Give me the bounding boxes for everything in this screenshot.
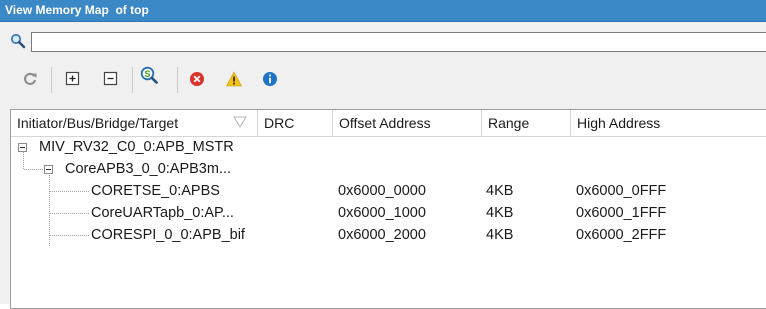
expand-all-button[interactable]	[62, 68, 84, 90]
search-icon	[10, 33, 26, 49]
row-high: 0x6000_2FFF	[576, 227, 667, 243]
column-header-drc-label: DRC	[264, 115, 295, 131]
memory-map-panel: S Initiator/Bus/Bridge/Target DRC Offset…	[0, 22, 766, 309]
column-header-target-label: Initiator/Bus/Bridge/Target	[17, 115, 179, 131]
row-offset: 0x6000_1000	[338, 205, 426, 221]
row-offset: 0x6000_2000	[338, 227, 426, 243]
tree-row[interactable]: CoreUARTapb_0:AP... 0x6000_1000 4KB 0x60…	[11, 202, 766, 224]
column-header-drc[interactable]: DRC	[258, 110, 333, 136]
memory-map-tree-grid[interactable]: Initiator/Bus/Bridge/Target DRC Offset A…	[10, 109, 766, 309]
column-header-high[interactable]: High Address	[571, 110, 766, 136]
row-range: 4KB	[486, 205, 514, 221]
collapse-node-icon[interactable]	[18, 143, 27, 152]
row-target: CoreAPB3_0_0:APB3m...	[65, 161, 232, 177]
row-range: 4KB	[486, 183, 514, 199]
collapse-node-icon[interactable]	[44, 165, 53, 174]
search-design-button[interactable]: S	[140, 66, 163, 90]
toolbar-separator	[177, 67, 178, 93]
column-header-offset[interactable]: Offset Address	[333, 110, 482, 136]
window-title: View Memory Map of top	[5, 3, 149, 17]
refresh-button[interactable]	[19, 68, 41, 90]
search-input[interactable]	[31, 32, 766, 52]
tree-row[interactable]: CORESPI_0_0:APB_bif 0x6000_2000 4KB 0x60…	[11, 224, 766, 246]
row-target: CORETSE_0:APBS	[91, 183, 220, 199]
column-header-target[interactable]: Initiator/Bus/Bridge/Target	[11, 110, 258, 136]
tree-row[interactable]: CoreAPB3_0_0:APB3m...	[11, 158, 766, 180]
row-target: CoreUARTapb_0:AP...	[91, 205, 234, 221]
row-target: MIV_RV32_C0_0:APB_MSTR	[39, 139, 234, 155]
row-high: 0x6000_1FFF	[576, 205, 667, 221]
show-info-button[interactable]	[259, 68, 281, 90]
toolbar-separator	[51, 67, 52, 93]
svg-text:S: S	[144, 69, 150, 79]
toolbar-separator	[132, 67, 133, 93]
row-high: 0x6000_0FFF	[576, 183, 667, 199]
row-offset: 0x6000_0000	[338, 183, 426, 199]
column-header-range[interactable]: Range	[482, 110, 571, 136]
sort-indicator-icon	[233, 116, 247, 128]
tree-row[interactable]: MIV_RV32_C0_0:APB_MSTR	[11, 136, 766, 158]
column-header-range-label: Range	[488, 115, 530, 131]
column-header-row: Initiator/Bus/Bridge/Target DRC Offset A…	[11, 110, 766, 137]
tree-row[interactable]: CORETSE_0:APBS 0x6000_0000 4KB 0x6000_0F…	[11, 180, 766, 202]
show-warnings-button[interactable]	[223, 68, 245, 90]
row-range: 4KB	[486, 227, 514, 243]
window-titlebar: View Memory Map of top	[0, 0, 766, 22]
show-errors-button[interactable]	[186, 68, 208, 90]
collapse-all-button[interactable]	[100, 68, 122, 90]
row-target: CORESPI_0_0:APB_bif	[91, 227, 245, 243]
column-header-high-label: High Address	[577, 115, 661, 131]
column-header-offset-label: Offset Address	[339, 115, 431, 131]
